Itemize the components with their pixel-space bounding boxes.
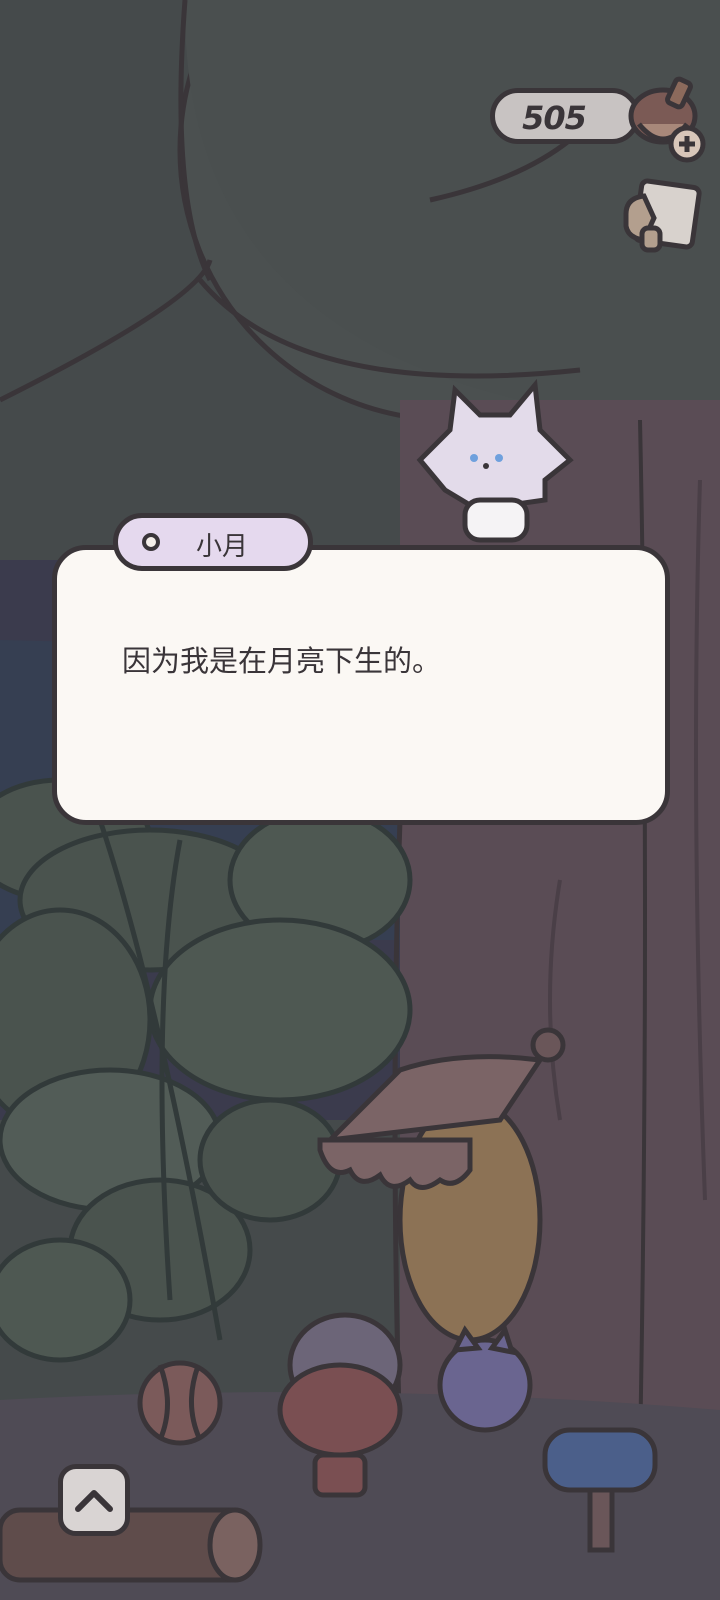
currency-amount: 505 bbox=[522, 99, 587, 137]
acorn-icon[interactable] bbox=[625, 74, 715, 166]
speaker-dot-icon bbox=[142, 533, 160, 551]
ball bbox=[137, 1360, 223, 1446]
chevron-up-icon bbox=[75, 1490, 113, 1512]
dialog-box[interactable]: 因为我是在月亮下生的。 bbox=[52, 545, 670, 825]
currency-counter: 505 bbox=[490, 88, 640, 144]
log bbox=[0, 1507, 263, 1583]
speaker-name: 小月 bbox=[196, 532, 249, 562]
note-icon[interactable] bbox=[618, 178, 704, 258]
expand-button[interactable] bbox=[58, 1464, 130, 1536]
dialog-text: 因为我是在月亮下生的。 bbox=[122, 644, 442, 678]
speaker-name-tab: 小月 bbox=[113, 513, 313, 571]
plus-icon[interactable] bbox=[668, 125, 706, 163]
